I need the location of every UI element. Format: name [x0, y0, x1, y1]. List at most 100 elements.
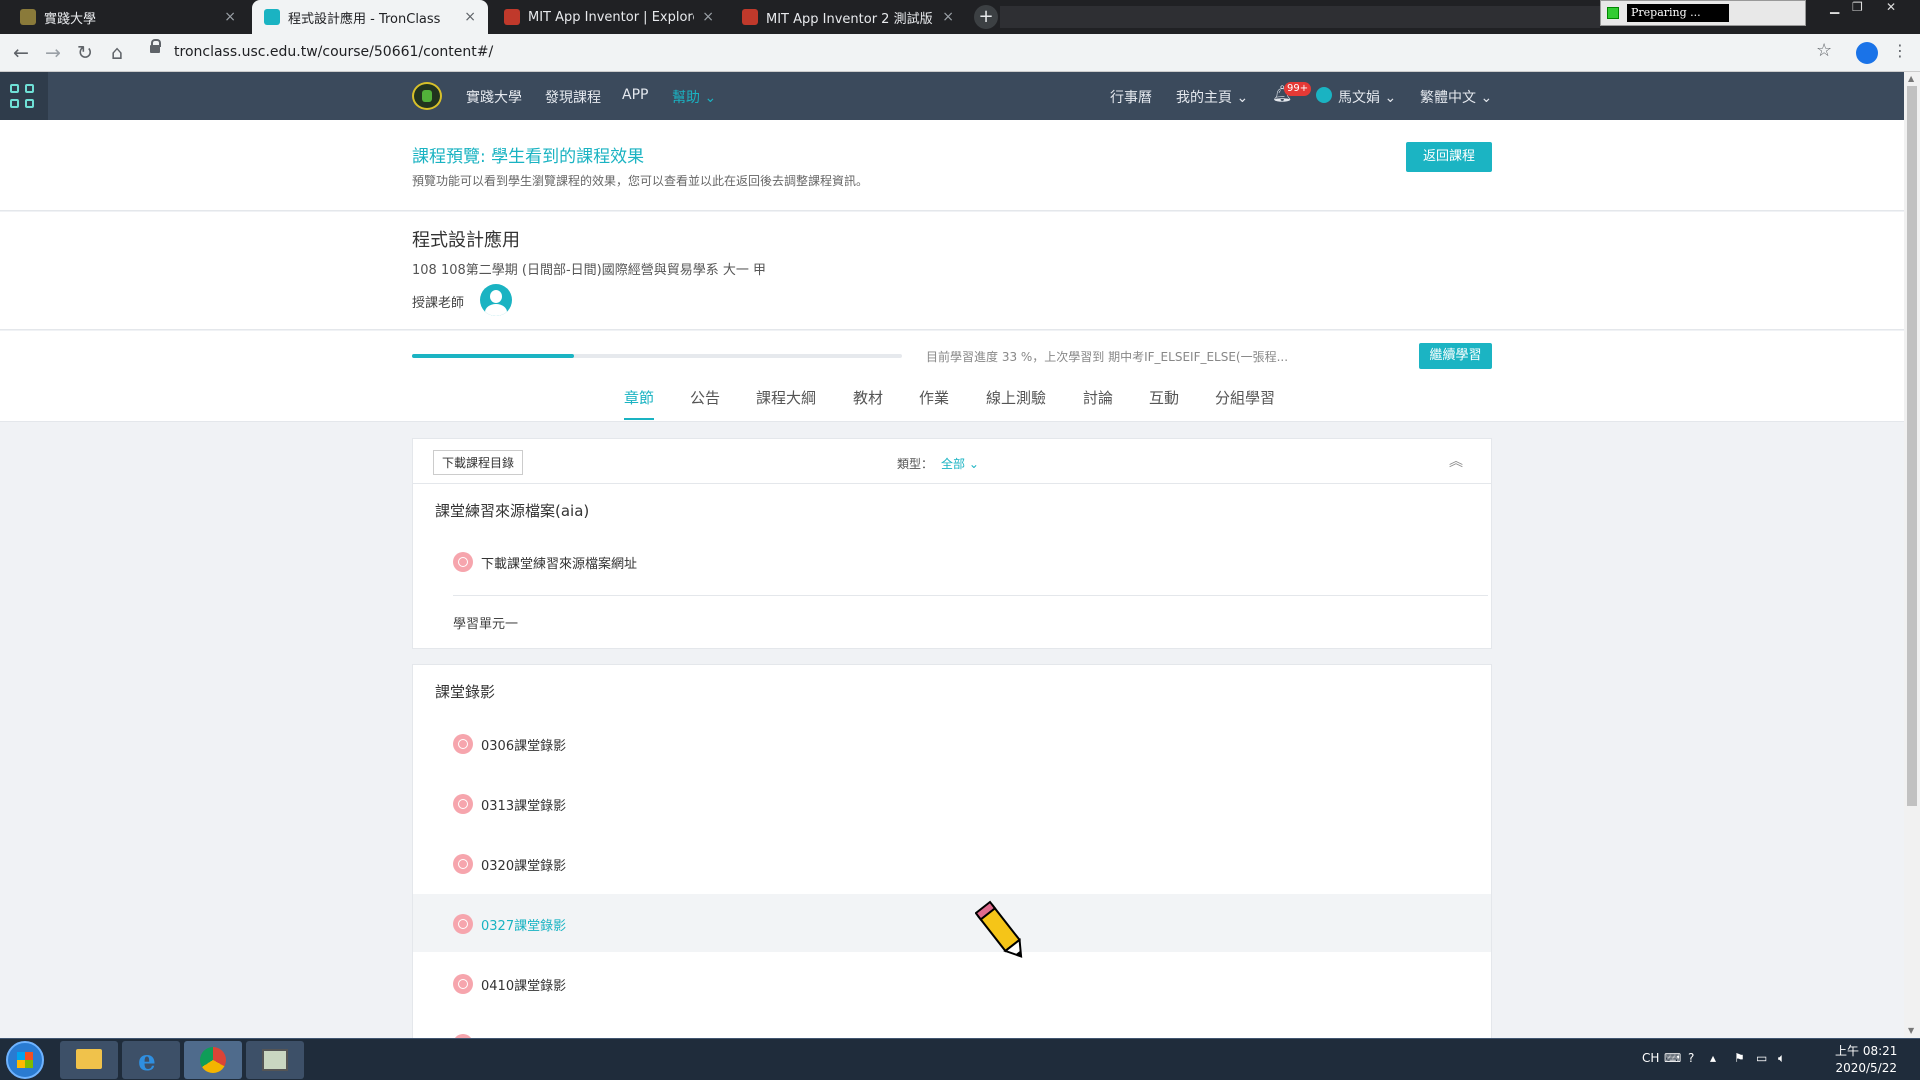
- nav-my-home-label: 我的主頁: [1176, 90, 1232, 106]
- start-button[interactable]: [6, 1041, 44, 1079]
- divider: [413, 483, 1491, 484]
- course-term: 108 108第二學期 (日間部-日間)國際經營與貿易學系 大一 甲: [412, 263, 766, 278]
- close-tab-icon[interactable]: ×: [942, 9, 954, 25]
- app-grid-button[interactable]: [0, 72, 48, 120]
- tab-syllabus[interactable]: 課程大綱: [756, 387, 816, 408]
- list-item[interactable]: 0320課堂錄影: [413, 834, 1491, 892]
- video-activity-icon: [453, 794, 473, 814]
- collapse-all-icon[interactable]: ︽: [1449, 451, 1463, 471]
- course-name: 程式設計應用: [412, 230, 520, 251]
- language-label: 繁體中文: [1420, 90, 1476, 106]
- action-center-flag-icon[interactable]: ⚑: [1734, 1051, 1745, 1065]
- list-item[interactable]: 0313課堂錄影: [413, 774, 1491, 832]
- app-header: 實踐大學 發現課程 APP 幫助 ⌄ 行事曆 我的主頁 ⌄ 🔔︎ 99+ 馬文娟…: [0, 72, 1904, 120]
- restore-icon[interactable]: ❐: [1852, 0, 1863, 16]
- filter-label: 類型：: [897, 457, 934, 471]
- list-item[interactable]: 0306課堂錄影: [413, 714, 1491, 772]
- progress-fill: [412, 354, 574, 358]
- user-avatar[interactable]: [1316, 87, 1332, 103]
- new-tab-button[interactable]: +: [974, 5, 998, 29]
- tab-interaction[interactable]: 互動: [1149, 387, 1179, 408]
- browser-tab-strip: 實踐大學 × 程式設計應用 - TronClass × MIT App Inve…: [0, 0, 1920, 34]
- show-hidden-icons-icon[interactable]: ▴: [1710, 1051, 1716, 1065]
- list-item[interactable]: 下載課堂練習來源檔案網址: [413, 532, 1491, 590]
- tab-announcements[interactable]: 公告: [690, 387, 720, 408]
- tab-online-quiz[interactable]: 線上測驗: [986, 387, 1046, 408]
- progress-section: 目前學習進度 33 %，上次學習到 期中考IF_ELSEIF_ELSE(一張程.…: [0, 331, 1904, 422]
- nav-university[interactable]: 實踐大學: [466, 87, 522, 107]
- forward-icon[interactable]: →: [40, 40, 66, 66]
- bookmark-star-icon[interactable]: ☆: [1816, 40, 1832, 61]
- internet-explorer-icon: e: [138, 1044, 156, 1077]
- tab-assignments[interactable]: 作業: [919, 387, 949, 408]
- close-tab-icon[interactable]: ×: [224, 9, 236, 25]
- continue-learning-button[interactable]: 繼續學習: [1419, 343, 1492, 369]
- reload-icon[interactable]: ↻: [72, 40, 98, 66]
- nav-language[interactable]: 繁體中文 ⌄: [1420, 87, 1492, 107]
- list-item-label: 0327課堂錄影: [481, 919, 567, 934]
- back-to-course-button[interactable]: 返回課程: [1406, 142, 1492, 172]
- section-title: 課堂練習來源檔案(aia): [435, 502, 590, 520]
- list-item-label: 0410課堂錄影: [481, 979, 567, 994]
- nav-discover-courses[interactable]: 發現課程: [545, 87, 601, 107]
- preview-title: 課程預覽: 學生看到的課程效果: [412, 147, 645, 167]
- input-language[interactable]: CH: [1642, 1051, 1659, 1065]
- back-icon[interactable]: ←: [8, 40, 34, 66]
- taskbar-app-file-explorer[interactable]: [60, 1041, 118, 1079]
- browser-tab[interactable]: MIT App Inventor 2 測試版 ×: [730, 0, 966, 34]
- browser-tab-active[interactable]: 程式設計應用 - TronClass ×: [252, 0, 488, 34]
- recorder-status-text: Preparing ...: [1627, 4, 1729, 22]
- close-tab-icon[interactable]: ×: [702, 9, 714, 25]
- appinventor-favicon-icon: [742, 9, 758, 25]
- list-item-hovered[interactable]: 0327課堂錄影: [413, 894, 1491, 952]
- nav-user-menu[interactable]: 馬文娟 ⌄: [1338, 87, 1396, 107]
- recorder-indicator-icon: [1607, 7, 1619, 19]
- taskbar-app-internet-explorer[interactable]: e: [122, 1041, 180, 1079]
- home-icon[interactable]: ⌂: [104, 40, 130, 66]
- address-bar[interactable]: tronclass.usc.edu.tw/course/50661/conten…: [140, 39, 1840, 67]
- taskbar-app-recorder[interactable]: [246, 1041, 304, 1079]
- browser-tab[interactable]: MIT App Inventor | Explore MIT ×: [492, 0, 726, 34]
- nav-calendar[interactable]: 行事曆: [1110, 87, 1152, 107]
- preview-banner: 課程預覽: 學生看到的課程效果 預覽功能可以看到學生瀏覽課程的效果，您可以查看並…: [0, 120, 1904, 211]
- nav-app[interactable]: APP: [622, 87, 648, 103]
- tab-chapters[interactable]: 章節: [624, 387, 655, 420]
- download-catalog-button[interactable]: 下載課程目錄: [433, 450, 524, 475]
- filter-value: 全部: [941, 457, 966, 471]
- chevron-down-icon: ⌄: [1480, 90, 1493, 106]
- browser-menu-icon[interactable]: ⋮: [1892, 41, 1908, 60]
- scroll-down-icon[interactable]: ▼: [1908, 1026, 1914, 1035]
- browser-tab[interactable]: 實踐大學 ×: [8, 0, 248, 34]
- course-info: 程式設計應用 108 108第二學期 (日間部-日間)國際經營與貿易學系 大一 …: [0, 212, 1904, 330]
- volume-icon[interactable]: 🔈︎: [1778, 1051, 1785, 1066]
- unit-title[interactable]: 學習單元一: [453, 613, 518, 632]
- close-tab-icon[interactable]: ×: [464, 9, 476, 25]
- tab-materials[interactable]: 教材: [853, 387, 883, 408]
- scroll-up-icon[interactable]: ▲: [1908, 74, 1914, 83]
- university-favicon-icon: [20, 9, 36, 25]
- list-item-label: 0306課堂錄影: [481, 739, 567, 754]
- teacher-avatar[interactable]: [480, 284, 512, 316]
- list-item[interactable]: 0410課堂錄影: [413, 954, 1491, 1012]
- help-icon[interactable]: ?: [1688, 1051, 1694, 1065]
- network-icon[interactable]: ▭: [1756, 1051, 1767, 1065]
- scrollbar-thumb[interactable]: [1907, 86, 1917, 806]
- minimize-icon[interactable]: ▁: [1830, 0, 1839, 16]
- nav-my-home[interactable]: 我的主頁 ⌄: [1176, 87, 1248, 107]
- link-activity-icon: [453, 552, 473, 572]
- profile-avatar[interactable]: [1856, 42, 1878, 64]
- url-text[interactable]: tronclass.usc.edu.tw/course/50661/conten…: [174, 44, 493, 60]
- chevron-down-icon: ⌄: [1384, 90, 1397, 106]
- notification-badge: 99+: [1284, 82, 1312, 96]
- keyboard-icon[interactable]: ⌨: [1664, 1051, 1681, 1065]
- university-logo[interactable]: [412, 82, 442, 110]
- taskbar-app-chrome[interactable]: [184, 1041, 242, 1079]
- chapter-card: 課堂錄影 0306課堂錄影 0313課堂錄影 0320課堂錄影 0327課堂錄影…: [412, 664, 1492, 1044]
- tab-group-learning[interactable]: 分組學習: [1215, 387, 1275, 408]
- page-scrollbar[interactable]: ▲ ▼: [1904, 72, 1920, 1038]
- close-window-icon[interactable]: ✕: [1886, 0, 1896, 16]
- nav-help[interactable]: 幫助 ⌄: [672, 87, 716, 107]
- tab-discussion[interactable]: 討論: [1083, 387, 1113, 408]
- filter-select[interactable]: 全部 ⌄: [941, 455, 979, 472]
- system-clock[interactable]: 上午 08:21 2020/5/22: [1835, 1043, 1897, 1077]
